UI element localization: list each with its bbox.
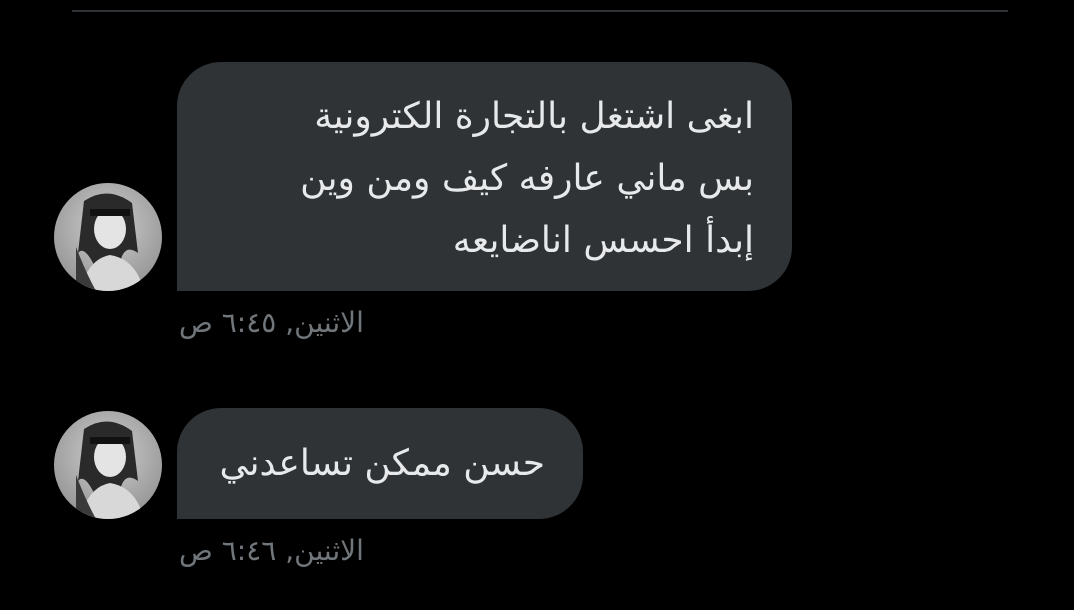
message-text-line: إبدأ احسس اناضايعه (452, 220, 754, 261)
sender-avatar[interactable] (54, 411, 162, 519)
message-timestamp: الاثنين, ٦:٤٦ ص (179, 534, 364, 567)
top-divider (72, 10, 1008, 12)
avatar-photo-icon (54, 183, 162, 291)
message-text-line: ابغى اشتغل بالتجارة الكترونية (314, 96, 754, 137)
message-text-line: حسن ممكن تساعدني (219, 443, 545, 484)
avatar-photo-icon (54, 411, 162, 519)
message-timestamp: الاثنين, ٦:٤٥ ص (179, 306, 364, 339)
message-bubble[interactable]: ابغى اشتغل بالتجارة الكترونية بس ماني عا… (177, 62, 792, 291)
message-bubble[interactable]: حسن ممكن تساعدني (177, 408, 583, 519)
sender-avatar[interactable] (54, 183, 162, 291)
message-text-line: بس ماني عارفه كيف ومن وين (300, 158, 754, 199)
